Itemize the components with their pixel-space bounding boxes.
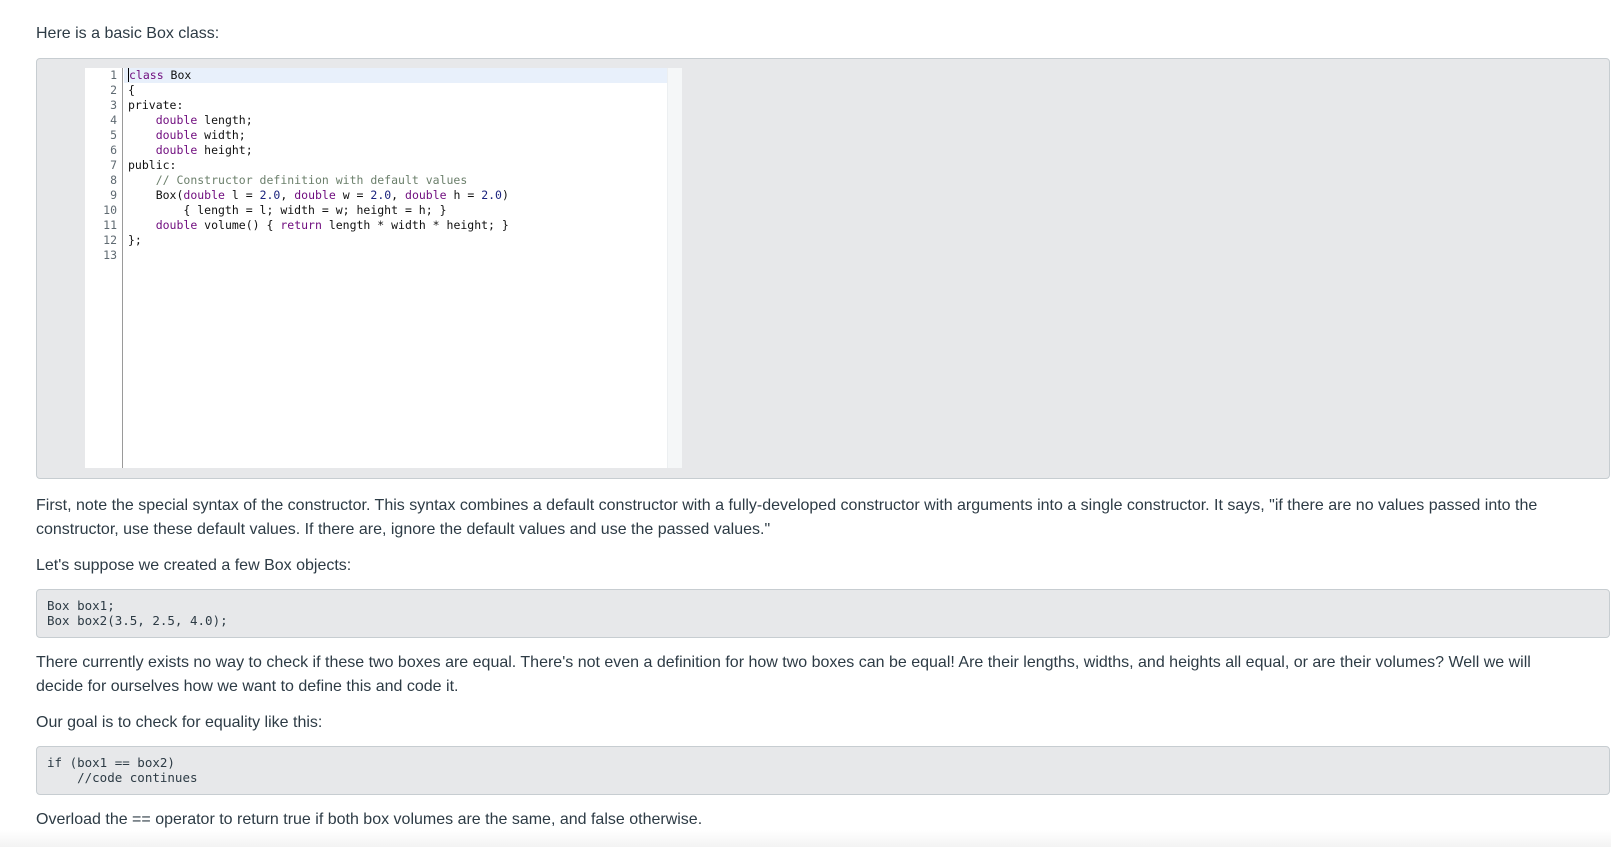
code-line-1[interactable]: class Box <box>124 68 669 83</box>
code-line-3[interactable]: private: <box>124 98 669 113</box>
code-line-5[interactable]: double width; <box>124 128 669 143</box>
line-number: 10 <box>103 203 117 217</box>
line-number: 5 <box>110 128 117 142</box>
line-number: 8 <box>110 173 117 187</box>
task-text: Overload the == operator to return true … <box>36 811 703 828</box>
code-editor[interactable]: 1 2 3 4 5 6 7 8 9 10 11 12 13 class Box { private: d… <box>85 68 682 468</box>
constructor-explanation: First, note the special syntax of the co… <box>36 497 1538 538</box>
intro-text: Here is a basic Box class: <box>36 25 220 42</box>
line-number: 13 <box>103 248 117 262</box>
code-line-6[interactable]: double height; <box>124 143 669 158</box>
goal-text: Our goal is to check for equality like t… <box>36 714 323 731</box>
equality-code-block: if (box1 == box2) //code continues <box>36 746 1610 795</box>
code-line-11[interactable]: double volume() { return length * width … <box>124 218 669 233</box>
code-line-8[interactable]: // Constructor definition with default v… <box>124 173 669 188</box>
line-number: 3 <box>110 98 117 112</box>
line-number: 6 <box>110 143 117 157</box>
line-number-gutter: 1 2 3 4 5 6 7 8 9 10 11 12 13 <box>85 68 123 468</box>
code-line-7[interactable]: public: <box>124 158 669 173</box>
line-number: 9 <box>110 188 117 202</box>
code-area[interactable]: class Box { private: double length; doub… <box>124 68 669 468</box>
line-number: 2 <box>110 83 117 97</box>
line-number: 4 <box>110 113 117 127</box>
line-number: 7 <box>110 158 117 172</box>
bottom-fade <box>0 830 1611 847</box>
objects-intro: Let's suppose we created a few Box objec… <box>36 557 352 574</box>
code-line-10[interactable]: { length = l; width = w; height = h; } <box>124 203 669 218</box>
code-line-13[interactable] <box>124 248 669 263</box>
code-line-2[interactable]: { <box>124 83 669 98</box>
line-number: 11 <box>103 218 117 232</box>
code-line-12[interactable]: }; <box>124 233 669 248</box>
line-number: 12 <box>103 233 117 247</box>
code-line-9[interactable]: Box(double l = 2.0, double w = 2.0, doub… <box>124 188 669 203</box>
editor-scrollbar[interactable] <box>667 68 682 468</box>
code-editor-container: 1 2 3 4 5 6 7 8 9 10 11 12 13 class Box { private: d… <box>36 58 1610 479</box>
line-number: 1 <box>110 68 117 82</box>
equality-explanation: There currently exists no way to check i… <box>36 654 1531 695</box>
objects-code-block: Box box1; Box box2(3.5, 2.5, 4.0); <box>36 589 1610 638</box>
code-line-4[interactable]: double length; <box>124 113 669 128</box>
